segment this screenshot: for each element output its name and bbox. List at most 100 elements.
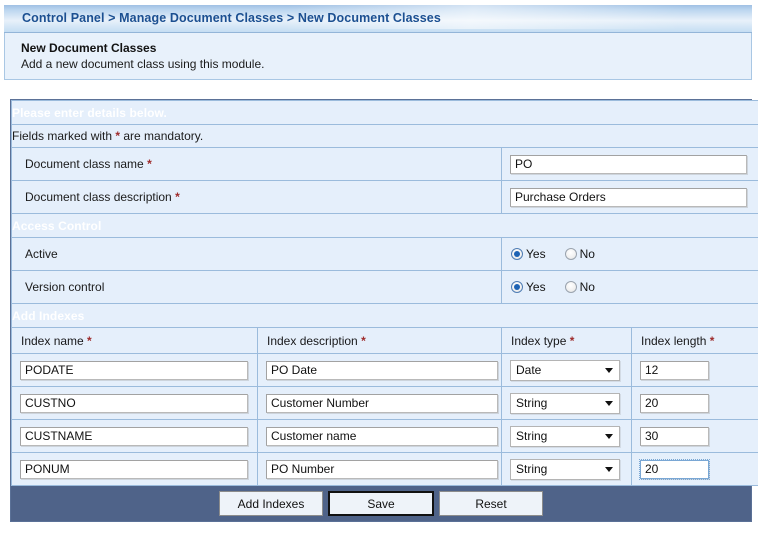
index-type-select[interactable]: String [510, 426, 620, 447]
column-header-index-description: Index description * [258, 328, 502, 354]
section-header-add-indexes-label: Add Indexes [12, 304, 758, 328]
form-table: Please enter details below. Fields marke… [11, 100, 758, 486]
breadcrumb-separator: > [108, 11, 115, 25]
section-header-access-control: Access Control [12, 214, 758, 238]
breadcrumb-bar: Control Panel > Manage Document Classes … [4, 5, 752, 33]
table-row: String [12, 387, 758, 420]
index-length-input-focused[interactable] [640, 460, 709, 479]
cell-index-name [12, 453, 258, 486]
field-cell-document-class-description [502, 181, 758, 214]
breadcrumb-item-manage-document-classes[interactable]: Manage Document Classes [119, 11, 283, 25]
radio-option-version-control-yes[interactable]: Yes [511, 280, 546, 294]
cell-index-length [632, 354, 758, 387]
document-class-form: Please enter details below. Fields marke… [10, 99, 752, 486]
section-header-details-label: Please enter details below. [12, 101, 758, 125]
field-cell-active: Yes No [502, 238, 758, 271]
index-name-input[interactable] [20, 361, 248, 380]
radio-group-active[interactable]: Yes No [510, 247, 758, 261]
column-header-index-type: Index type * [502, 328, 632, 354]
section-header-add-indexes: Add Indexes [12, 304, 758, 328]
label-text: Document class name [25, 157, 147, 171]
cell-index-length [632, 453, 758, 486]
index-description-input[interactable] [266, 427, 498, 446]
document-class-name-input[interactable] [510, 155, 747, 174]
add-indexes-button[interactable]: Add Indexes [219, 491, 323, 516]
field-row-active: Active Yes No [12, 238, 758, 271]
required-asterisk: * [570, 334, 575, 348]
breadcrumb-item-control-panel[interactable]: Control Panel [22, 11, 105, 25]
index-description-input[interactable] [266, 460, 498, 479]
mandatory-note: Fields marked with * are mandatory. [12, 125, 758, 148]
chevron-down-icon[interactable] [605, 467, 613, 472]
radio-option-active-no[interactable]: No [565, 247, 595, 261]
radio-option-active-yes[interactable]: Yes [511, 247, 546, 261]
label-document-class-name: Document class name * [12, 148, 502, 181]
save-button[interactable]: Save [328, 491, 434, 516]
radio-label: No [580, 247, 595, 261]
cell-index-name [12, 354, 258, 387]
cell-index-description [258, 354, 502, 387]
required-asterisk: * [361, 334, 366, 348]
column-header-text: Index length [641, 334, 710, 348]
radio-label: No [580, 280, 595, 294]
radio-group-version-control[interactable]: Yes No [510, 280, 758, 294]
chevron-down-icon[interactable] [605, 368, 613, 373]
cell-index-description [258, 387, 502, 420]
index-name-input[interactable] [20, 460, 248, 479]
document-class-description-input[interactable] [510, 188, 747, 207]
radio-icon-selected[interactable] [511, 281, 523, 293]
radio-icon-selected[interactable] [511, 248, 523, 260]
index-type-select[interactable]: String [510, 393, 620, 414]
cell-index-description [258, 453, 502, 486]
required-asterisk: * [710, 334, 715, 348]
radio-icon-unselected[interactable] [565, 248, 577, 260]
index-name-input[interactable] [20, 394, 248, 413]
index-type-select[interactable]: Date [510, 360, 620, 381]
mandatory-note-row: Fields marked with * are mandatory. [12, 125, 758, 148]
index-type-select[interactable]: String [510, 459, 620, 480]
index-description-input[interactable] [266, 394, 498, 413]
reset-button[interactable]: Reset [439, 491, 543, 516]
breadcrumb-item-new-document-classes[interactable]: New Document Classes [298, 11, 441, 25]
page-title: New Document Classes [21, 41, 751, 56]
breadcrumb[interactable]: Control Panel > Manage Document Classes … [4, 5, 752, 25]
field-row-document-class-name: Document class name * [12, 148, 758, 181]
cell-index-type: String [502, 420, 632, 453]
cell-index-name [12, 387, 258, 420]
index-type-selected-value: String [516, 396, 547, 410]
chevron-down-icon[interactable] [605, 434, 613, 439]
radio-icon-unselected[interactable] [565, 281, 577, 293]
page-info-panel: New Document Classes Add a new document … [4, 33, 752, 80]
cell-index-type: String [502, 453, 632, 486]
label-document-class-description: Document class description * [12, 181, 502, 214]
label-text: Document class description [25, 190, 175, 204]
index-type-selected-value: String [516, 429, 547, 443]
index-length-input[interactable] [640, 427, 709, 446]
chevron-down-icon[interactable] [605, 401, 613, 406]
cell-index-description [258, 420, 502, 453]
required-asterisk: * [175, 190, 180, 204]
radio-option-version-control-no[interactable]: No [565, 280, 595, 294]
field-row-version-control: Version control Yes No [12, 271, 758, 304]
table-row: String [12, 453, 758, 486]
breadcrumb-separator: > [287, 11, 294, 25]
cell-index-length [632, 420, 758, 453]
index-name-input[interactable] [20, 427, 248, 446]
index-description-input[interactable] [266, 361, 498, 380]
column-header-text: Index type [511, 334, 570, 348]
required-asterisk: * [147, 157, 152, 171]
label-active: Active [12, 238, 502, 271]
column-header-text: Index description [267, 334, 361, 348]
radio-label: Yes [526, 247, 546, 261]
index-table-header-row: Index name * Index description * Index t… [12, 328, 758, 354]
index-length-input[interactable] [640, 361, 709, 380]
table-row: Date [12, 354, 758, 387]
mandatory-note-text-after: are mandatory. [120, 129, 203, 143]
index-length-input[interactable] [640, 394, 709, 413]
section-header-details: Please enter details below. [12, 101, 758, 125]
cell-index-type: String [502, 387, 632, 420]
page-subtitle: Add a new document class using this modu… [21, 56, 751, 72]
table-row: String [12, 420, 758, 453]
field-row-document-class-description: Document class description * [12, 181, 758, 214]
cell-index-length [632, 387, 758, 420]
